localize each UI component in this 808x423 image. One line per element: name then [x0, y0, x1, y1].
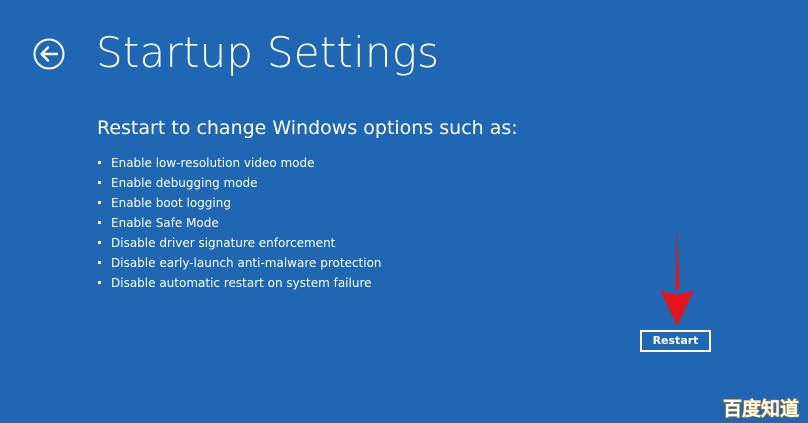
option-label: Enable low-resolution video mode	[111, 156, 315, 170]
list-item: Enable low-resolution video mode	[97, 153, 382, 173]
option-label: Enable Safe Mode	[111, 216, 219, 230]
bullet-icon	[98, 281, 101, 284]
option-label: Enable debugging mode	[111, 176, 258, 190]
back-button[interactable]	[33, 38, 65, 70]
red-down-arrow-annotation	[659, 228, 695, 326]
list-item: Enable boot logging	[97, 193, 382, 213]
startup-options-list: Enable low-resolution video mode Enable …	[97, 153, 382, 293]
option-label: Disable early-launch anti-malware protec…	[111, 256, 382, 270]
page-subtitle: Restart to change Windows options such a…	[97, 117, 518, 139]
list-item: Enable debugging mode	[97, 173, 382, 193]
bullet-icon	[98, 261, 101, 264]
list-item: Disable automatic restart on system fail…	[97, 273, 382, 293]
page-title: Startup Settings	[96, 28, 440, 77]
bullet-icon	[98, 201, 101, 204]
option-label: Disable driver signature enforcement	[111, 236, 336, 250]
option-label: Enable boot logging	[111, 196, 231, 210]
list-item: Disable early-launch anti-malware protec…	[97, 253, 382, 273]
restart-button[interactable]: Restart	[640, 330, 711, 352]
option-label: Disable automatic restart on system fail…	[111, 276, 372, 290]
bullet-icon	[98, 161, 101, 164]
bullet-icon	[98, 241, 101, 244]
bullet-icon	[98, 181, 101, 184]
svg-text:百度知道: 百度知道	[723, 397, 799, 420]
list-item: Enable Safe Mode	[97, 213, 382, 233]
watermark-logo: 百度知道	[716, 395, 806, 421]
list-item: Disable driver signature enforcement	[97, 233, 382, 253]
back-arrow-icon	[33, 38, 65, 70]
bullet-icon	[98, 221, 101, 224]
